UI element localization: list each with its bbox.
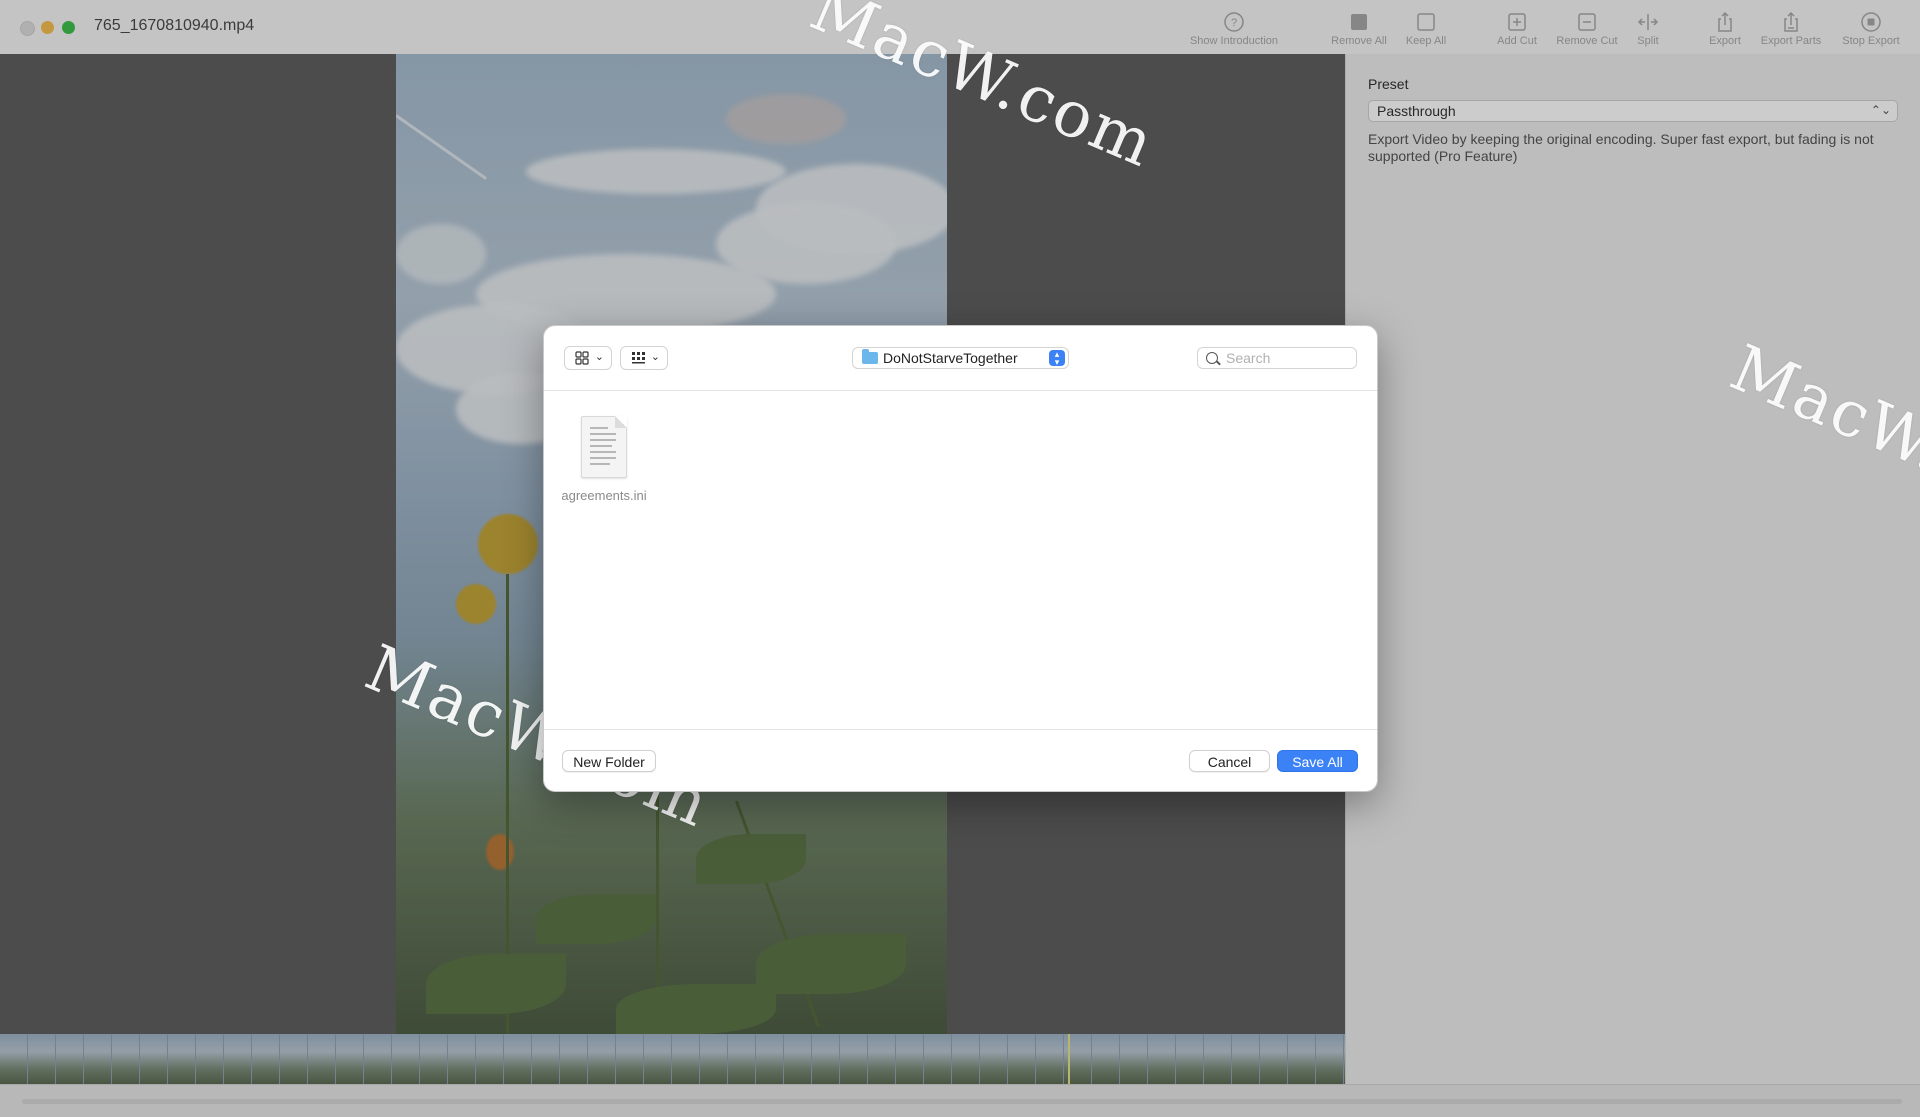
group-view-button[interactable]: ⌄ [620, 346, 668, 370]
new-folder-button[interactable]: New Folder [562, 750, 656, 772]
save-all-button[interactable]: Save All [1277, 750, 1358, 772]
search-field[interactable] [1197, 347, 1357, 369]
app-window: 765_1670810940.mp4 ? Show Introduction R… [0, 0, 1920, 1117]
cancel-button[interactable]: Cancel [1189, 750, 1270, 772]
search-icon [1206, 352, 1218, 364]
location-popup[interactable]: DoNotStarveTogether ▴ ▾ [852, 347, 1069, 369]
group-grid-icon [632, 352, 645, 364]
file-item[interactable]: agreements.ini [560, 416, 648, 503]
save-dialog: ⌄ ⌄ DoNotStarveTogether ▴ ▾ Search agree… [543, 325, 1378, 792]
icon-view-button[interactable]: ⌄ [564, 346, 612, 370]
grid-icon [575, 351, 589, 365]
search-input[interactable] [1226, 350, 1351, 366]
document-icon [581, 416, 627, 478]
folder-icon [862, 349, 878, 364]
file-name: agreements.ini [561, 488, 647, 503]
dialog-toolbar: ⌄ ⌄ DoNotStarveTogether ▴ ▾ [544, 326, 1377, 391]
dialog-footer: New Folder Cancel Save All [544, 729, 1377, 791]
location-name: DoNotStarveTogether [883, 350, 1018, 366]
up-down-arrows-icon: ▴ ▾ [1049, 350, 1065, 367]
chevron-down-icon: ⌄ [594, 351, 604, 363]
chevron-down-icon: ⌄ [650, 351, 660, 363]
